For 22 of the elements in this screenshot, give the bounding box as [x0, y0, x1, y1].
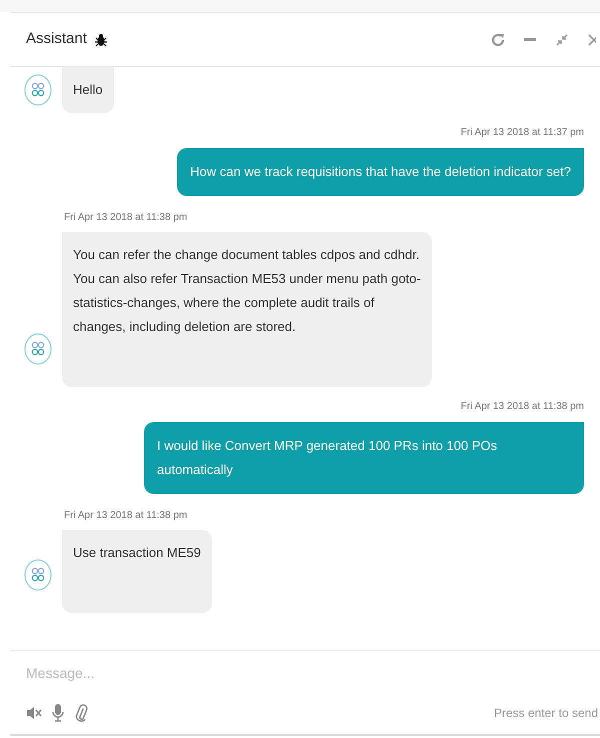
bot-avatar-icon: [24, 333, 52, 365]
user-message: How can we track requisitions that have the deletion indicator set?: [177, 148, 584, 196]
message-time: Fri Apr 13 2018 at 11:38 pm: [64, 509, 188, 523]
send-hint: Press enter to send: [494, 705, 598, 722]
bot-avatar-icon: [24, 74, 52, 106]
speaker-muted-icon[interactable]: [26, 706, 42, 720]
paperclip-icon[interactable]: [74, 703, 88, 723]
close-icon[interactable]: [588, 34, 596, 46]
bot-message: Use transaction ME59: [62, 530, 212, 613]
refresh-icon[interactable]: [490, 32, 506, 48]
window-title: Assistant: [26, 29, 87, 50]
bug-icon: [94, 32, 107, 46]
collapse-icon[interactable]: [556, 34, 568, 46]
user-message: I would like Convert MRP generated 100 PRs into 100 POs automatically: [144, 422, 584, 494]
message-time: Fri Apr 13 2018 at 11:38 pm: [64, 211, 188, 225]
bot-message: Hello: [62, 67, 114, 113]
message-input[interactable]: Message...: [26, 661, 584, 685]
bot-avatar-icon: [24, 559, 52, 591]
message-time: Fri Apr 13 2018 at 11:38 pm: [460, 400, 584, 414]
message-time: Fri Apr 13 2018 at 11:37 pm: [460, 126, 584, 140]
microphone-icon[interactable]: [52, 703, 64, 723]
bot-message: You can refer the change document tables cdpos and cdhdr. You can also refer Transaction ME53 under menu path goto-statistics-changes, where the complete audit trails of changes, including deletion are stored.: [62, 232, 432, 387]
